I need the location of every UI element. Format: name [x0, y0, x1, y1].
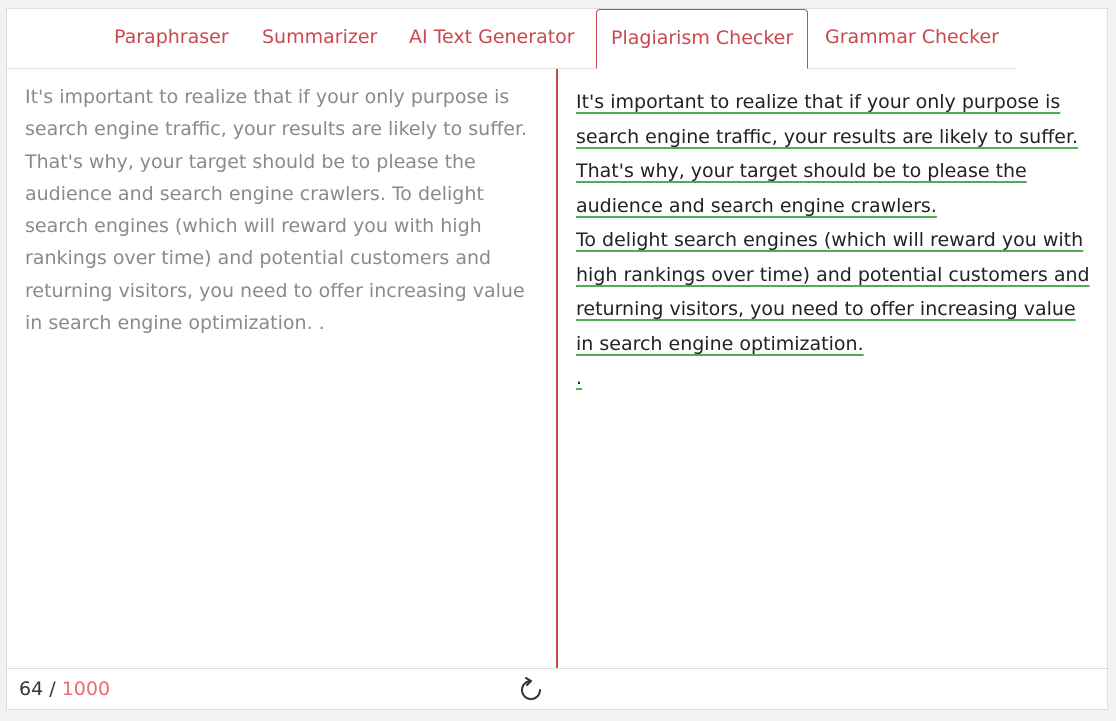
tab-bar: Paraphraser Summarizer AI Text Generator… [7, 9, 1017, 69]
matched-sentence[interactable]: . [576, 367, 582, 389]
word-count: 64 [19, 678, 44, 700]
matched-sentence[interactable]: It's important to realize that if your o… [576, 91, 1078, 217]
footer-bar: 64 / 1000 [7, 668, 1107, 709]
result-text: It's important to realize that if your o… [576, 85, 1096, 361]
counter-separator: / [49, 678, 56, 700]
word-counter: 64 / 1000 [19, 675, 110, 703]
tab-plagiarism-checker[interactable]: Plagiarism Checker [596, 9, 809, 69]
word-limit: 1000 [61, 678, 111, 700]
tab-ai-text-generator[interactable]: AI Text Generator [409, 9, 575, 68]
pane-divider [556, 69, 558, 668]
tab-paraphraser[interactable]: Paraphraser [114, 9, 229, 68]
tab-grammar-checker[interactable]: Grammar Checker [825, 9, 999, 68]
input-text[interactable]: It's important to realize that if your o… [25, 81, 545, 339]
input-pane[interactable]: It's important to realize that if your o… [7, 69, 556, 668]
tab-summarizer[interactable]: Summarizer [262, 9, 377, 68]
result-pane: It's important to realize that if your o… [576, 85, 1096, 389]
matched-sentence[interactable]: To delight search engines (which will re… [576, 229, 1090, 355]
refresh-icon[interactable] [517, 676, 545, 704]
tool-card: Paraphraser Summarizer AI Text Generator… [6, 8, 1108, 710]
